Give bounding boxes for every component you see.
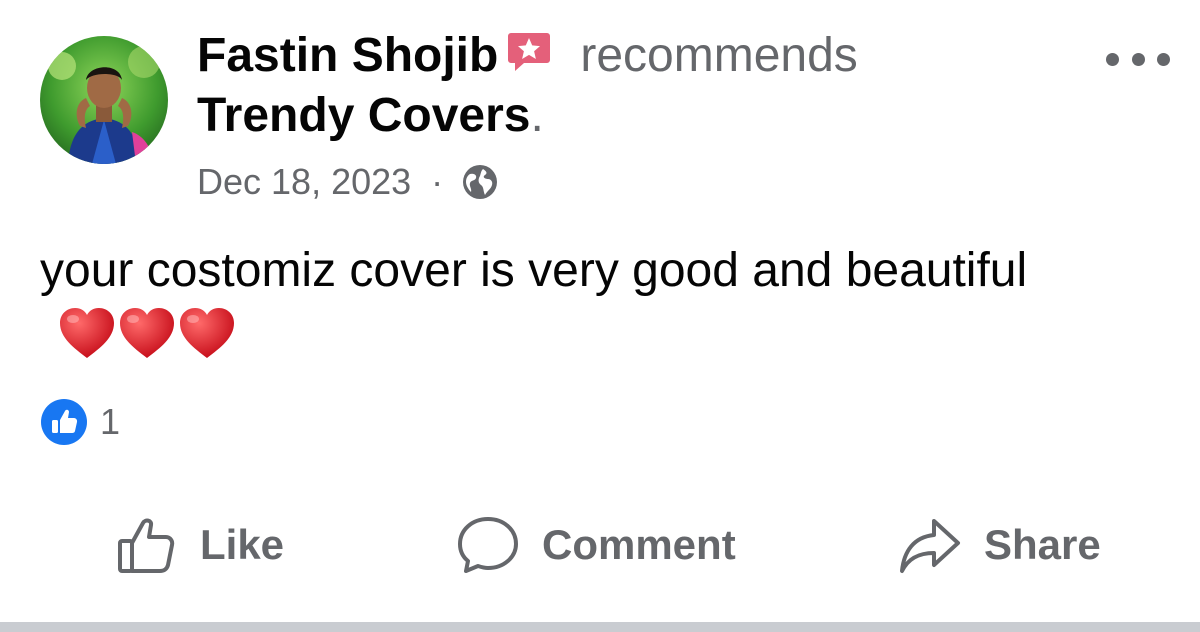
share-label: Share [984,521,1101,568]
post-actions: Like Comment Share [0,505,1200,585]
author-name[interactable]: Fastin Shojib [197,29,498,82]
bottom-divider [0,622,1200,632]
reaction-summary[interactable]: 1 [40,398,120,446]
more-dot-icon [1131,52,1145,66]
post-message: your costomiz cover is very good and bea… [40,244,1028,297]
reaction-count: 1 [100,401,121,442]
meta-separator: · [431,161,444,202]
comment-label: Comment [542,521,736,568]
heart-emojis [56,302,236,364]
like-reaction-icon [41,399,87,445]
more-dot-icon [1157,52,1170,66]
like-button[interactable]: Like [114,505,284,585]
recommends-text: recommends [580,29,858,82]
post-header: Fastin Shojib recommends Trendy Covers. [197,26,1057,146]
recommendation-badge-icon [506,29,552,75]
globe-icon[interactable] [461,163,499,201]
post-text: your costomiz cover is very good and bea… [40,240,1140,366]
more-dot-icon [1106,52,1119,66]
heart-icon [180,308,234,358]
more-options-button[interactable] [1106,44,1170,74]
heart-icon [120,308,174,358]
thumbs-up-icon [118,518,175,573]
like-label: Like [200,521,285,568]
share-button[interactable]: Share [898,505,1101,585]
heart-icon [60,308,114,358]
author-avatar[interactable] [40,36,168,164]
post-meta: Dec 18, 2023 · [197,156,499,208]
header-period: . [530,89,544,142]
comment-bubble-icon [458,517,518,573]
share-arrow-icon [900,519,960,573]
post-date[interactable]: Dec 18, 2023 [197,161,411,203]
comment-button[interactable]: Comment [456,505,736,585]
post-card: Fastin Shojib recommends Trendy Covers. De… [0,0,1200,632]
page-name[interactable]: Trendy Covers [197,89,530,142]
